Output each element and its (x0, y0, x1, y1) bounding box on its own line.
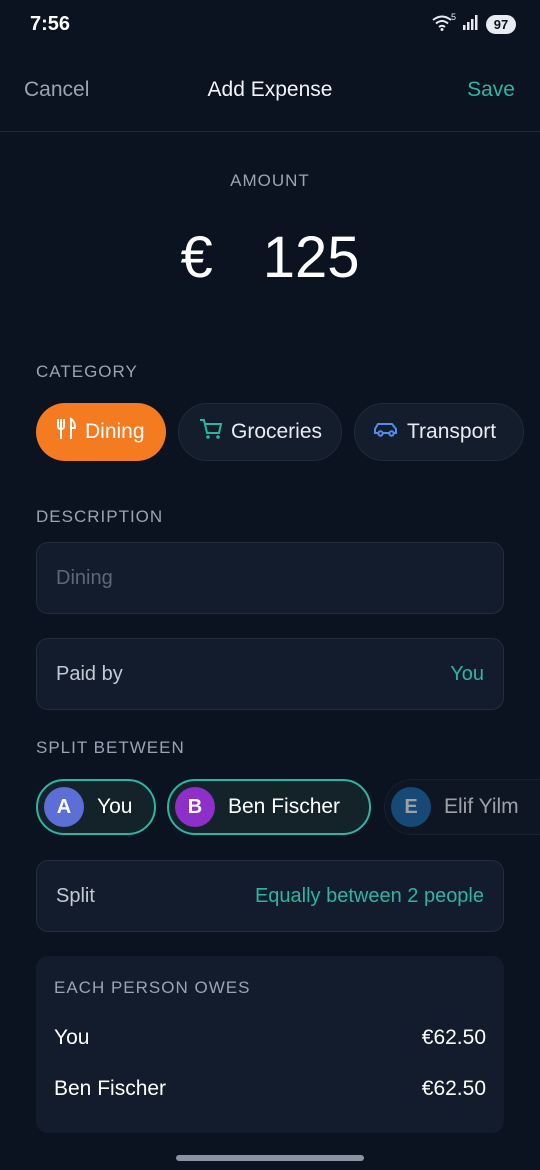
description-input[interactable] (56, 543, 476, 613)
paid-by-value: You (450, 663, 484, 685)
amount-value: 125 (262, 224, 360, 290)
person-chip-you[interactable]: A You (36, 779, 156, 835)
status-bar: 7:56 5 97 (0, 0, 540, 50)
home-indicator[interactable] (176, 1155, 364, 1161)
category-chip-row[interactable]: Dining Groceries Transport (36, 403, 540, 463)
owes-row: Ben Fischer €62.50 (54, 1077, 486, 1107)
screen: 7:56 5 97 Cancel Add Expense Save AMOUNT… (0, 0, 540, 1170)
amount-input[interactable]: € 125 (0, 222, 540, 292)
avatar: A (44, 787, 84, 827)
split-label: Split (56, 885, 95, 907)
owes-amount: €62.50 (421, 1077, 486, 1100)
paid-by-label: Paid by (56, 663, 123, 685)
category-chip-dining[interactable]: Dining (36, 403, 166, 461)
split-between-label: SPLIT BETWEEN (36, 738, 185, 757)
people-chip-row[interactable]: A You B Ben Fischer E Elif Yilm (36, 779, 540, 837)
description-label: DESCRIPTION (36, 507, 164, 526)
person-chip-ben-fischer[interactable]: B Ben Fischer (167, 779, 371, 835)
person-name: Elif Yilm (444, 795, 519, 818)
owes-name: You (54, 1026, 90, 1049)
split-field[interactable]: Split Equally between 2 people (36, 860, 504, 932)
owes-name: Ben Fischer (54, 1077, 167, 1100)
page-title: Add Expense (207, 78, 333, 101)
avatar: B (175, 787, 215, 827)
owes-card: EACH PERSON OWES You €62.50 Ben Fischer … (36, 956, 504, 1133)
car-icon (373, 419, 399, 445)
avatar: E (391, 787, 431, 827)
person-chip-elif[interactable]: E Elif Yilm (384, 779, 540, 835)
category-chip-label: Transport (407, 420, 497, 443)
category-chip-groceries[interactable]: Groceries (178, 403, 342, 461)
status-icons: 5 97 (432, 11, 516, 35)
owes-title: EACH PERSON OWES (54, 978, 251, 997)
battery-icon: 97 (486, 15, 516, 34)
amount-currency: € (180, 224, 213, 290)
description-field-container (36, 542, 504, 614)
person-name: Ben Fischer (228, 795, 341, 818)
paid-by-field[interactable]: Paid by You (36, 638, 504, 710)
amount-label: AMOUNT (230, 171, 310, 190)
category-chip-label: Groceries (231, 420, 323, 443)
owes-amount: €62.50 (421, 1026, 486, 1049)
person-name: You (97, 795, 133, 818)
category-chip-label: Dining (85, 420, 145, 443)
save-button[interactable]: Save (467, 78, 515, 102)
header: Cancel Add Expense Save (0, 50, 540, 132)
status-time: 7:56 (30, 13, 71, 35)
owes-row: You €62.50 (54, 1026, 486, 1056)
fork-knife-icon (55, 417, 77, 447)
split-value: Equally between 2 people (254, 885, 484, 907)
cart-icon (199, 418, 223, 446)
wifi-badge: 5 (450, 11, 456, 22)
wifi-icon: 5 (432, 11, 456, 35)
category-chip-transport[interactable]: Transport (354, 403, 524, 461)
signal-icon (462, 14, 480, 35)
category-label: CATEGORY (36, 362, 138, 381)
